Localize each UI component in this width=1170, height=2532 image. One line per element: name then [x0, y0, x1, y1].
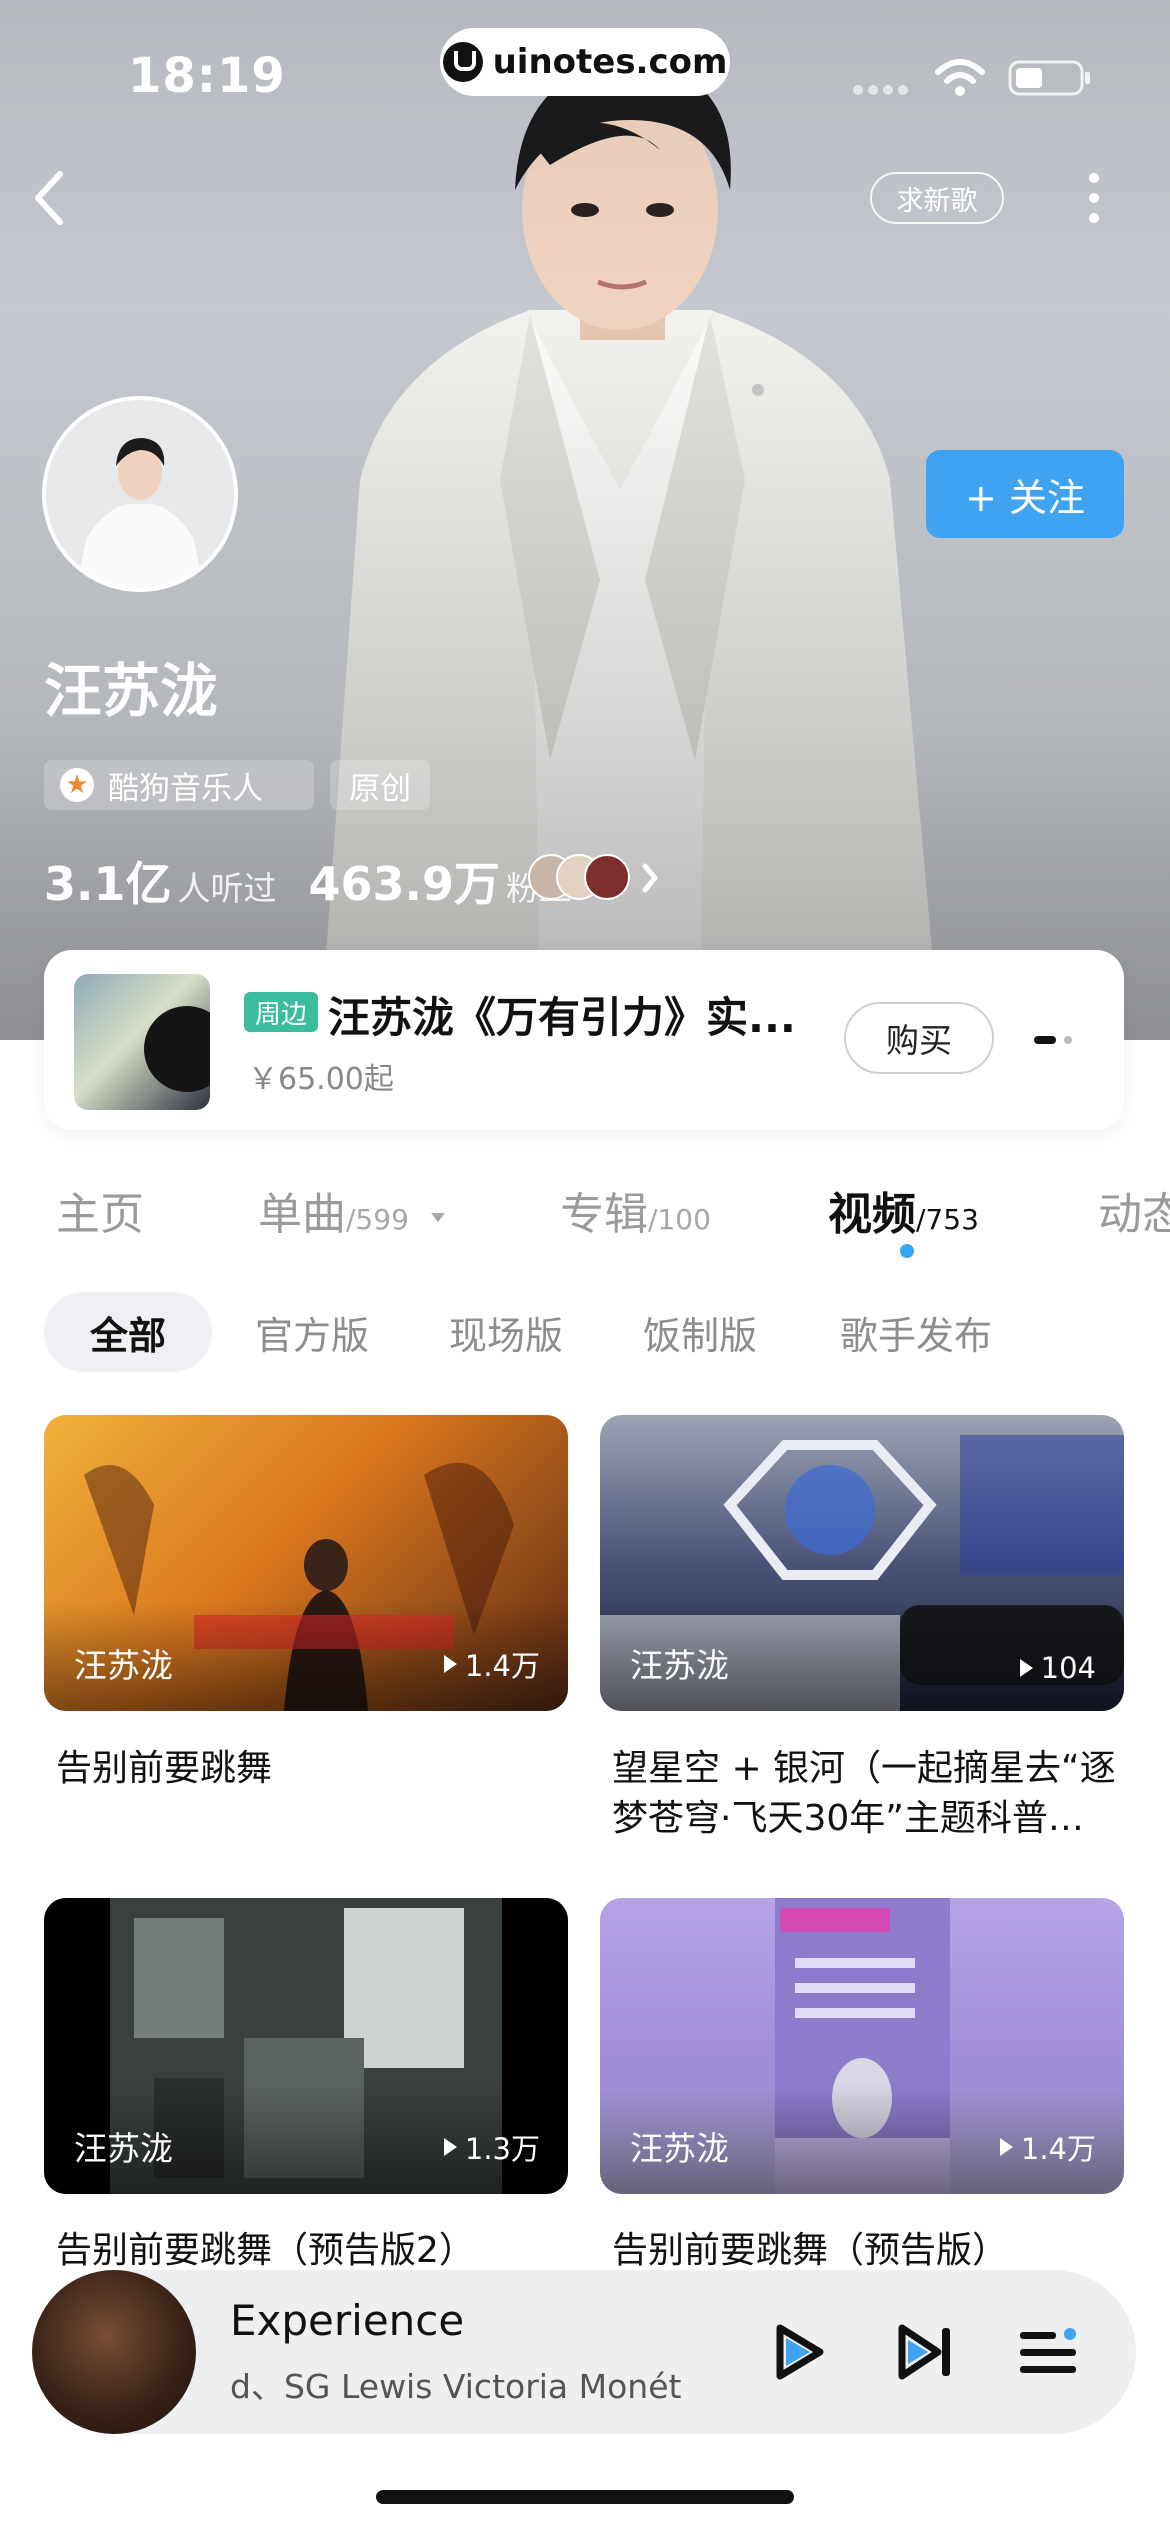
- video-plays: 1.3万: [443, 2126, 540, 2168]
- play-count-icon: [999, 2138, 1013, 2156]
- caret-down-icon: [430, 1212, 445, 1222]
- video-card[interactable]: 汪苏泷 1.4万: [44, 1415, 568, 1711]
- video-card[interactable]: 汪苏泷 1.3万: [44, 1898, 568, 2194]
- tab-label: 专辑: [560, 1189, 648, 1240]
- play-count-icon: [1019, 1659, 1033, 1677]
- play-icon[interactable]: [766, 2320, 830, 2384]
- tab-albums[interactable]: 专辑/100: [560, 1178, 711, 1242]
- filter-official[interactable]: 官方版: [240, 1292, 384, 1372]
- next-icon[interactable]: [894, 2320, 958, 2384]
- now-playing-cover[interactable]: [32, 2270, 196, 2434]
- fan-avatars[interactable]: [528, 854, 630, 900]
- more-icon[interactable]: [1082, 170, 1106, 226]
- plays-value: 3.1亿: [44, 857, 172, 911]
- video-card[interactable]: 汪苏泷 1.4万: [600, 1898, 1124, 2194]
- video-artist: 汪苏泷: [74, 1646, 173, 1685]
- active-tab-indicator: [900, 1244, 914, 1258]
- tab-count: /753: [916, 1203, 979, 1236]
- request-song-button[interactable]: 求新歌: [870, 172, 1004, 224]
- url-text: uinotes.com: [492, 42, 728, 82]
- filter-all[interactable]: 全部: [44, 1292, 212, 1372]
- merch-price: ￥65.00起: [248, 1062, 394, 1097]
- merch-thumbnail: [74, 974, 210, 1110]
- tab-label: 视频: [828, 1189, 916, 1240]
- now-playing-title: Experience: [230, 2296, 465, 2345]
- battery-icon: [1008, 60, 1090, 96]
- star-icon: ★: [60, 768, 94, 802]
- tab-singles[interactable]: 单曲/599: [258, 1178, 445, 1242]
- video-play-count: 1.3万: [464, 2132, 540, 2166]
- video-plays: 1.4万: [999, 2126, 1096, 2168]
- wifi-icon: [935, 59, 985, 96]
- video-plays: 104: [1019, 1651, 1096, 1685]
- video-card[interactable]: 汪苏泷 104: [600, 1415, 1124, 1711]
- tab-home[interactable]: 主页: [56, 1178, 144, 1242]
- avatar[interactable]: [42, 396, 238, 592]
- artist-name: 汪苏泷: [44, 657, 219, 725]
- tab-count: /599: [346, 1203, 409, 1236]
- signal-icon: [853, 85, 908, 95]
- plays-label: 人听过: [177, 869, 277, 908]
- play-count-icon: [443, 2138, 457, 2156]
- site-logo-icon: [442, 42, 483, 82]
- video-artist: 汪苏泷: [630, 1646, 729, 1685]
- video-title[interactable]: 告别前要跳舞（预告版）: [612, 2226, 1136, 2276]
- video-title[interactable]: 告别前要跳舞（预告版2）: [56, 2226, 580, 2276]
- status-time: 18:19: [128, 48, 286, 104]
- play-count-icon: [443, 1655, 457, 1673]
- playlist-icon[interactable]: [1016, 2320, 1080, 2384]
- filter-artist-release[interactable]: 歌手发布: [826, 1292, 1006, 1372]
- tab-videos[interactable]: 视频/753: [828, 1178, 979, 1242]
- video-play-count: 1.4万: [1020, 2132, 1096, 2166]
- tab-label: 主页: [56, 1189, 144, 1240]
- video-artist: 汪苏泷: [630, 2129, 729, 2168]
- merch-card[interactable]: 周边 汪苏泷《万有引力》实... ￥65.00起 购买: [44, 950, 1124, 1130]
- now-playing-artists: d、SG Lewis Victoria Monét: [230, 2367, 682, 2404]
- video-play-count: 1.4万: [464, 1649, 540, 1683]
- artist-stats: 3.1亿 人听过 463.9万 粉丝: [44, 848, 604, 914]
- buy-button[interactable]: 购买: [844, 1002, 994, 1074]
- follow-button[interactable]: + 关注: [926, 450, 1124, 538]
- original-tag-label: 原创: [349, 770, 411, 807]
- video-play-count: 104: [1040, 1651, 1096, 1685]
- tab-moments[interactable]: 动态: [1098, 1178, 1170, 1242]
- video-title[interactable]: 望星空 + 银河（一起摘星去“逐梦苍穹·飞天30年”主题科普…: [612, 1744, 1136, 1844]
- filter-fanmade[interactable]: 饭制版: [628, 1292, 772, 1372]
- fans-value: 463.9万: [308, 857, 501, 911]
- merch-badge: 周边: [244, 992, 318, 1032]
- fan-avatar: [584, 854, 630, 900]
- video-plays: 1.4万: [443, 1643, 540, 1685]
- video-artist: 汪苏泷: [74, 2129, 173, 2168]
- merch-title: 汪苏泷《万有引力》实...: [328, 993, 796, 1042]
- video-title[interactable]: 告别前要跳舞: [56, 1744, 580, 1794]
- filter-live[interactable]: 现场版: [434, 1292, 578, 1372]
- url-bar[interactable]: uinotes.com: [440, 28, 730, 96]
- musician-tag[interactable]: ★ 酷狗音乐人: [44, 760, 314, 810]
- musician-tag-label: 酷狗音乐人: [108, 770, 263, 807]
- original-tag[interactable]: 原创: [330, 760, 430, 810]
- chevron-right-icon[interactable]: [640, 862, 660, 894]
- back-icon[interactable]: [30, 168, 70, 228]
- carousel-indicator: [1034, 1036, 1072, 1044]
- mini-player[interactable]: Experience d、SG Lewis Victoria Monét: [32, 2270, 1136, 2434]
- home-indicator: [376, 2490, 794, 2504]
- tab-label: 单曲: [258, 1189, 346, 1240]
- tab-label: 动态: [1098, 1189, 1170, 1240]
- tab-count: /100: [648, 1203, 711, 1236]
